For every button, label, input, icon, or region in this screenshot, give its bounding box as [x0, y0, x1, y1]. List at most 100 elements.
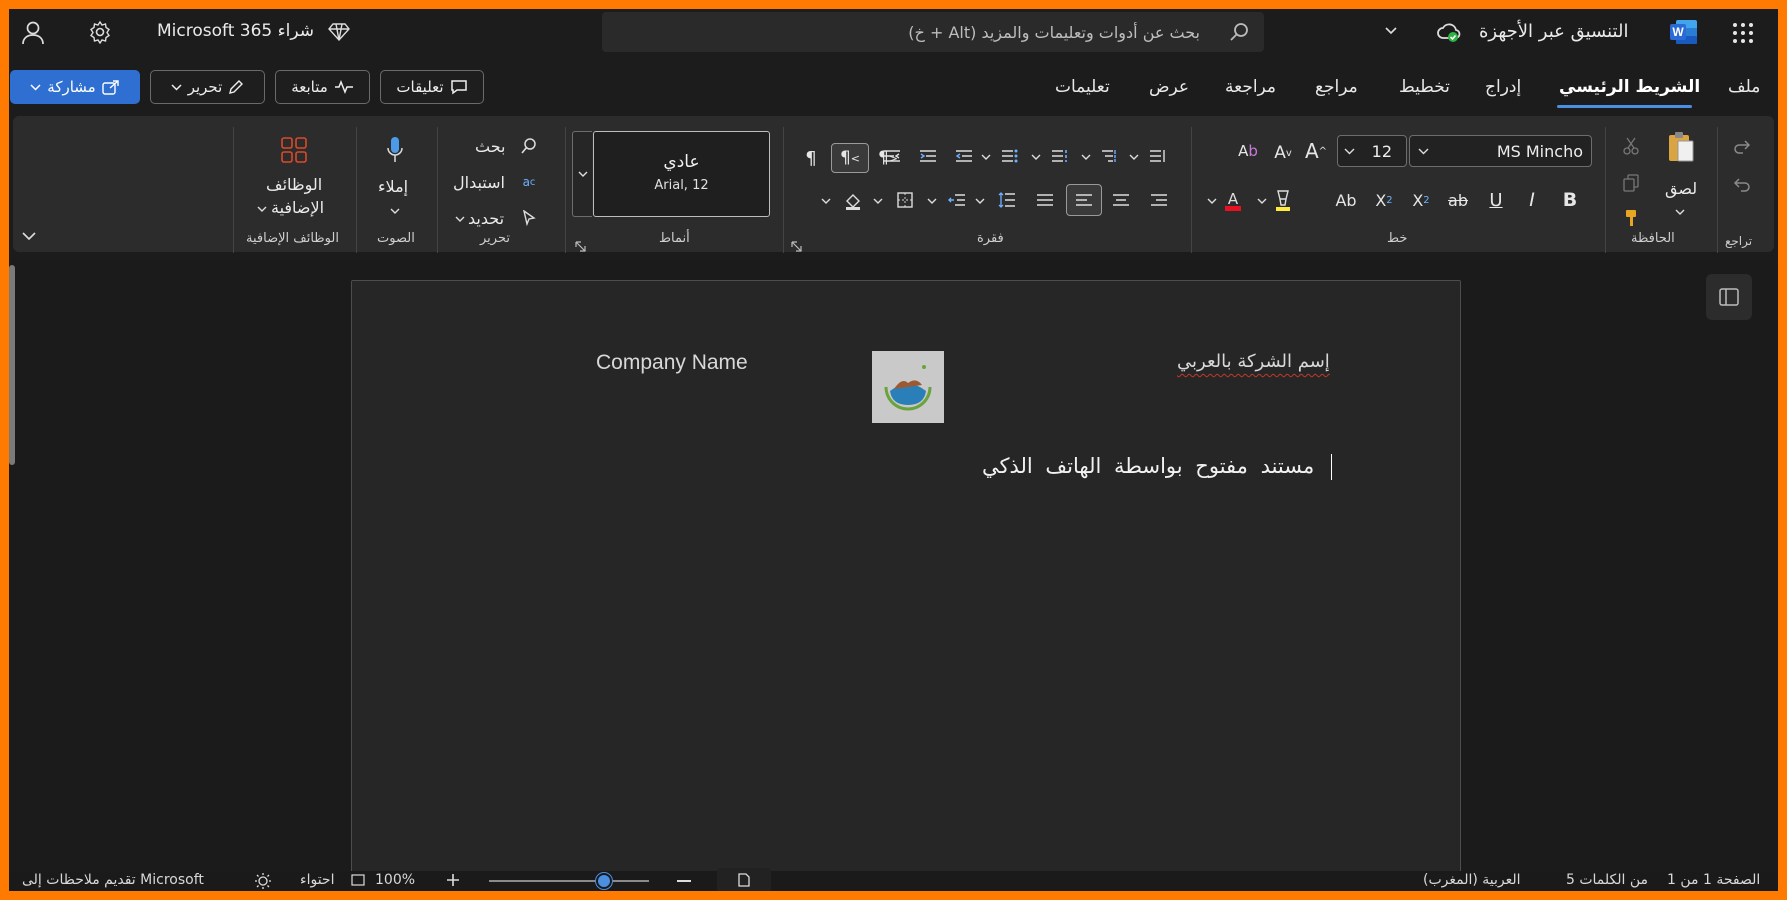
- zoom-in-button[interactable]: [446, 873, 462, 889]
- numbered-list-icon[interactable]: [1047, 145, 1073, 167]
- document-page[interactable]: إسم الشركة بالعربي Company Name مستند مف…: [351, 280, 1461, 891]
- increase-indent-icon[interactable]: [951, 145, 977, 167]
- justify-icon[interactable]: [1033, 189, 1057, 211]
- chevron-down-icon[interactable]: [871, 195, 885, 207]
- chevron-down-icon[interactable]: [819, 195, 833, 207]
- brightness-icon[interactable]: [254, 872, 272, 890]
- addins-label-line2[interactable]: الإضافية: [271, 198, 324, 217]
- addins-label-line1[interactable]: الوظائف: [266, 175, 322, 194]
- zoom-level[interactable]: 100%: [375, 872, 415, 888]
- chevron-down-icon[interactable]: [255, 203, 269, 215]
- tab-help[interactable]: تعليمات: [1055, 77, 1110, 97]
- chevron-down-icon[interactable]: [1127, 151, 1141, 163]
- find-button[interactable]: بحث: [475, 137, 506, 156]
- fit-button[interactable]: احتواء: [300, 872, 334, 888]
- strikethrough-button[interactable]: ab: [1444, 187, 1472, 213]
- search-box[interactable]: بحث عن أدوات وتعليمات والمزيد (Alt + خ): [602, 12, 1264, 52]
- replace-icon[interactable]: ac: [517, 171, 541, 193]
- copy-icon[interactable]: [1620, 172, 1642, 194]
- chevron-down-icon[interactable]: [1381, 21, 1401, 41]
- superscript-button[interactable]: X2: [1370, 187, 1398, 213]
- cut-icon[interactable]: [1620, 135, 1642, 157]
- tab-view[interactable]: عرض: [1149, 77, 1189, 97]
- chevron-down-icon[interactable]: [1672, 205, 1688, 219]
- microphone-icon[interactable]: [379, 133, 411, 167]
- vertical-scrollbar[interactable]: [9, 265, 15, 465]
- paragraph-rtl-selected[interactable]: ¶ <: [831, 143, 869, 173]
- shrink-font-icon[interactable]: Av: [1269, 139, 1297, 167]
- focus-mode-button[interactable]: [717, 868, 771, 891]
- chevron-down-icon[interactable]: [925, 195, 939, 207]
- chevron-down-icon[interactable]: [1205, 195, 1219, 207]
- collapse-ribbon-icon[interactable]: [19, 227, 39, 245]
- styles-launcher-icon[interactable]: [573, 239, 589, 255]
- chevron-down-icon[interactable]: [453, 213, 467, 225]
- underline-button[interactable]: U: [1483, 187, 1509, 213]
- clear-formatting-icon[interactable]: Ab: [1233, 137, 1263, 165]
- align-right-icon[interactable]: [1147, 189, 1171, 211]
- paste-label[interactable]: لصق: [1665, 179, 1697, 198]
- text-effects-button[interactable]: Ab: [1332, 187, 1360, 213]
- find-icon[interactable]: [517, 135, 541, 157]
- multilevel-list-icon[interactable]: [1097, 145, 1123, 167]
- borders-icon[interactable]: [893, 189, 917, 211]
- paragraph-ltr-arrow[interactable]: ¶ >: [875, 145, 901, 171]
- font-name-dropdown[interactable]: MS Mincho: [1409, 135, 1592, 167]
- share-button[interactable]: مشاركة: [10, 70, 140, 104]
- highlight-icon[interactable]: [1271, 187, 1295, 213]
- dictate-button[interactable]: إملاء: [378, 177, 408, 196]
- list-icon[interactable]: [1145, 145, 1171, 167]
- settings-icon[interactable]: [87, 19, 113, 45]
- redo-icon[interactable]: [1729, 135, 1755, 161]
- show-marks-icon[interactable]: ¶: [799, 145, 823, 171]
- bullet-list-icon[interactable]: [997, 145, 1023, 167]
- addins-icon[interactable]: [277, 133, 311, 167]
- tab-references[interactable]: مراجع: [1315, 77, 1358, 97]
- decrease-indent-icon[interactable]: [915, 145, 941, 167]
- bold-button[interactable]: B: [1557, 187, 1583, 213]
- sort-icon[interactable]: [945, 189, 969, 211]
- tab-file[interactable]: ملف: [1728, 77, 1760, 97]
- font-size-dropdown[interactable]: 12: [1337, 135, 1407, 167]
- catchup-button[interactable]: متابعة: [275, 70, 370, 104]
- tab-insert[interactable]: إدراج: [1485, 77, 1521, 97]
- side-pane-button[interactable]: [1706, 274, 1752, 320]
- zoom-slider[interactable]: [489, 880, 649, 882]
- chevron-down-icon[interactable]: [979, 151, 993, 163]
- company-name-arabic[interactable]: إسم الشركة بالعربي: [1177, 351, 1330, 372]
- select-icon[interactable]: [517, 207, 541, 229]
- align-left-button[interactable]: [1066, 184, 1102, 216]
- editing-mode-button[interactable]: تحرير: [150, 70, 265, 104]
- font-color-icon[interactable]: A: [1221, 187, 1245, 213]
- align-center-icon[interactable]: [1109, 189, 1133, 211]
- zoom-slider-thumb[interactable]: [596, 873, 613, 889]
- subscript-button[interactable]: X2: [1407, 187, 1435, 213]
- select-button[interactable]: تحديد: [468, 209, 504, 228]
- fit-icon[interactable]: [351, 874, 367, 888]
- chevron-down-icon[interactable]: [1079, 151, 1093, 163]
- line-spacing-icon[interactable]: [995, 189, 1019, 211]
- waffle-icon[interactable]: [1729, 19, 1757, 47]
- tab-review[interactable]: مراجعة: [1225, 77, 1276, 97]
- replace-button[interactable]: استبدال: [453, 173, 505, 192]
- tab-layout[interactable]: تخطيط: [1399, 77, 1450, 97]
- paste-icon[interactable]: [1662, 129, 1698, 165]
- feedback-link[interactable]: تقديم ملاحظات إلى Microsoft: [22, 872, 204, 888]
- buy-microsoft365-link[interactable]: شراء Microsoft 365: [157, 21, 314, 41]
- chevron-down-icon[interactable]: [388, 205, 402, 217]
- undo-icon[interactable]: [1729, 173, 1755, 199]
- page-count[interactable]: الصفحة 1 من 1: [1667, 872, 1760, 888]
- chevron-down-icon[interactable]: [1255, 195, 1269, 207]
- company-name-english[interactable]: Company Name: [596, 351, 748, 375]
- word-icon[interactable]: W: [1669, 17, 1699, 47]
- grow-font-icon[interactable]: A ^: [1302, 137, 1330, 165]
- shading-icon[interactable]: [841, 189, 865, 213]
- chevron-down-icon[interactable]: [973, 195, 987, 207]
- style-gallery-dropdown[interactable]: [572, 131, 592, 217]
- paragraph-launcher-icon[interactable]: [789, 239, 805, 255]
- app-title[interactable]: التنسيق عبر الأجهزة: [1479, 21, 1628, 42]
- comments-button[interactable]: تعليقات: [380, 70, 484, 104]
- format-painter-icon[interactable]: [1620, 207, 1642, 229]
- body-paragraph[interactable]: مستند مفتوح بواسطة الهاتف الذكي: [982, 454, 1314, 478]
- chevron-down-icon[interactable]: [1029, 151, 1043, 163]
